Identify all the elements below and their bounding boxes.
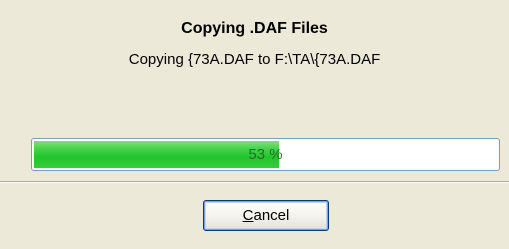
copy-status-message: Copying {73A.DAF to F:\TA\{73A.DAF: [128, 51, 381, 68]
dialog-title: Copying .DAF Files: [181, 20, 328, 37]
cancel-button[interactable]: Cancel: [203, 200, 329, 231]
cancel-mnemonic: C: [242, 207, 254, 224]
cancel-label: ancel: [253, 207, 290, 224]
copy-progress-dialog: Copying .DAF Files Copying {73A.DAF to F…: [0, 0, 509, 249]
progress-bar: 53 %: [31, 138, 500, 171]
separator-line: [0, 181, 509, 183]
progress-percent-label: 53 %: [248, 146, 283, 163]
